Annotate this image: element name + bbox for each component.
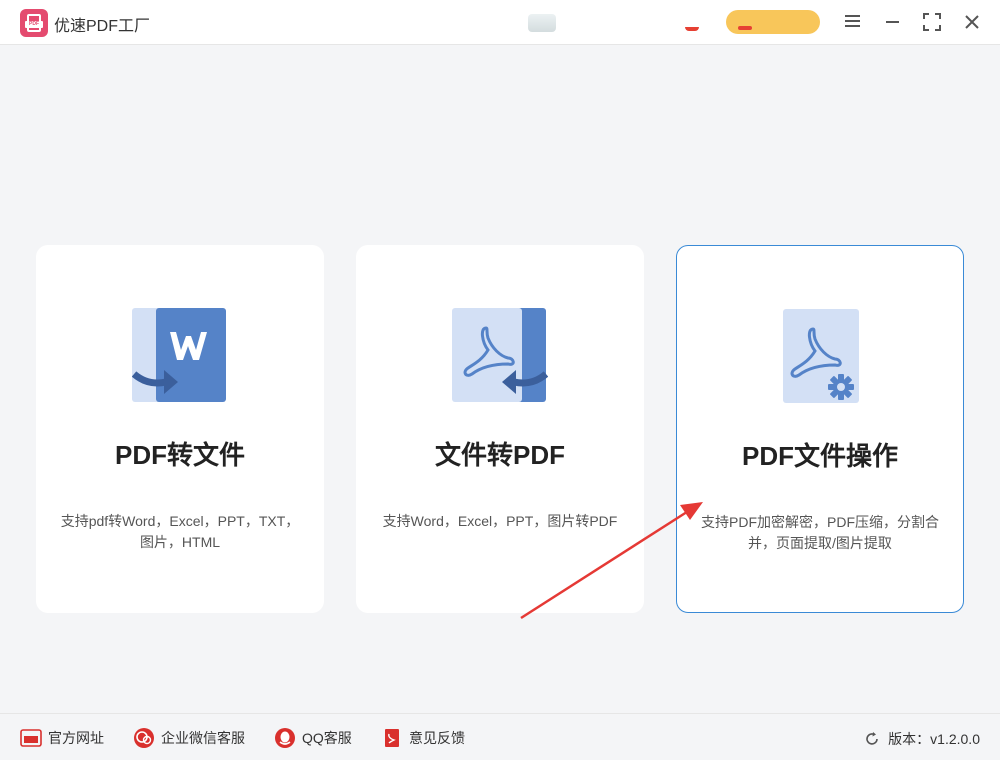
footer-bar: 官方网址 企业微信客服 QQ客服 意见反馈 版本：v1.2.0.0 (0, 713, 1000, 760)
website-icon (20, 727, 42, 749)
fullscreen-icon (923, 13, 941, 31)
vip-button[interactable] (726, 10, 820, 34)
card-pdf-to-file[interactable]: PDF转文件 支持pdf转Word，Excel，PPT，TXT，图片，HTML (36, 245, 324, 613)
card-title: PDF文件操作 (741, 441, 898, 471)
pdf-operations-icon (773, 309, 869, 405)
card-description: 支持pdf转Word，Excel，PPT，TXT，图片，HTML (60, 513, 300, 550)
footer-link-label: QQ客服 (302, 730, 352, 746)
footer-link-label: 企业微信客服 (161, 730, 245, 746)
qq-icon (274, 727, 296, 749)
card-description: 支持PDF加密解密，PDF压缩，分割合并，页面提取/图片提取 (701, 514, 939, 551)
card-title: 文件转PDF (434, 440, 565, 470)
pdf-to-word-icon (131, 308, 228, 404)
card-title: PDF转文件 (114, 440, 245, 470)
card-file-to-pdf[interactable]: 文件转PDF 支持Word，Excel，PPT，图片转PDF (356, 245, 644, 613)
card-pdf-operations[interactable]: PDF文件操作 支持PDF加密解密，PDF压缩，分割合并，页面提取/图片提取 (676, 245, 964, 613)
refresh-icon (866, 732, 878, 745)
wechat-service-icon (133, 727, 155, 749)
close-icon (965, 15, 979, 29)
title-bar: PDF 优速PDF工厂 (0, 0, 1000, 45)
feedback-link[interactable]: 意见反馈 (381, 727, 465, 749)
feedback-icon (381, 727, 403, 749)
notification-indicator[interactable] (685, 27, 699, 31)
file-to-pdf-icon (452, 308, 549, 404)
qq-service-link[interactable]: QQ客服 (274, 727, 352, 749)
app-title: 优速PDF工厂 (54, 18, 151, 35)
card-description: 支持Word，Excel，PPT，图片转PDF (382, 513, 618, 529)
user-avatar[interactable] (528, 14, 556, 32)
maximize-button[interactable] (920, 10, 944, 34)
version-info[interactable]: 版本：v1.2.0.0 (864, 729, 980, 749)
footer-link-label: 官方网址 (48, 730, 104, 746)
app-logo-icon: PDF (20, 9, 48, 37)
close-button[interactable] (960, 10, 984, 34)
website-link[interactable]: 官方网址 (20, 727, 104, 749)
version-label: 版本：v1.2.0.0 (888, 731, 980, 747)
minimize-button[interactable] (880, 10, 904, 34)
footer-link-label: 意见反馈 (409, 730, 465, 746)
wechat-service-link[interactable]: 企业微信客服 (133, 727, 245, 749)
menu-button[interactable] (841, 10, 865, 34)
